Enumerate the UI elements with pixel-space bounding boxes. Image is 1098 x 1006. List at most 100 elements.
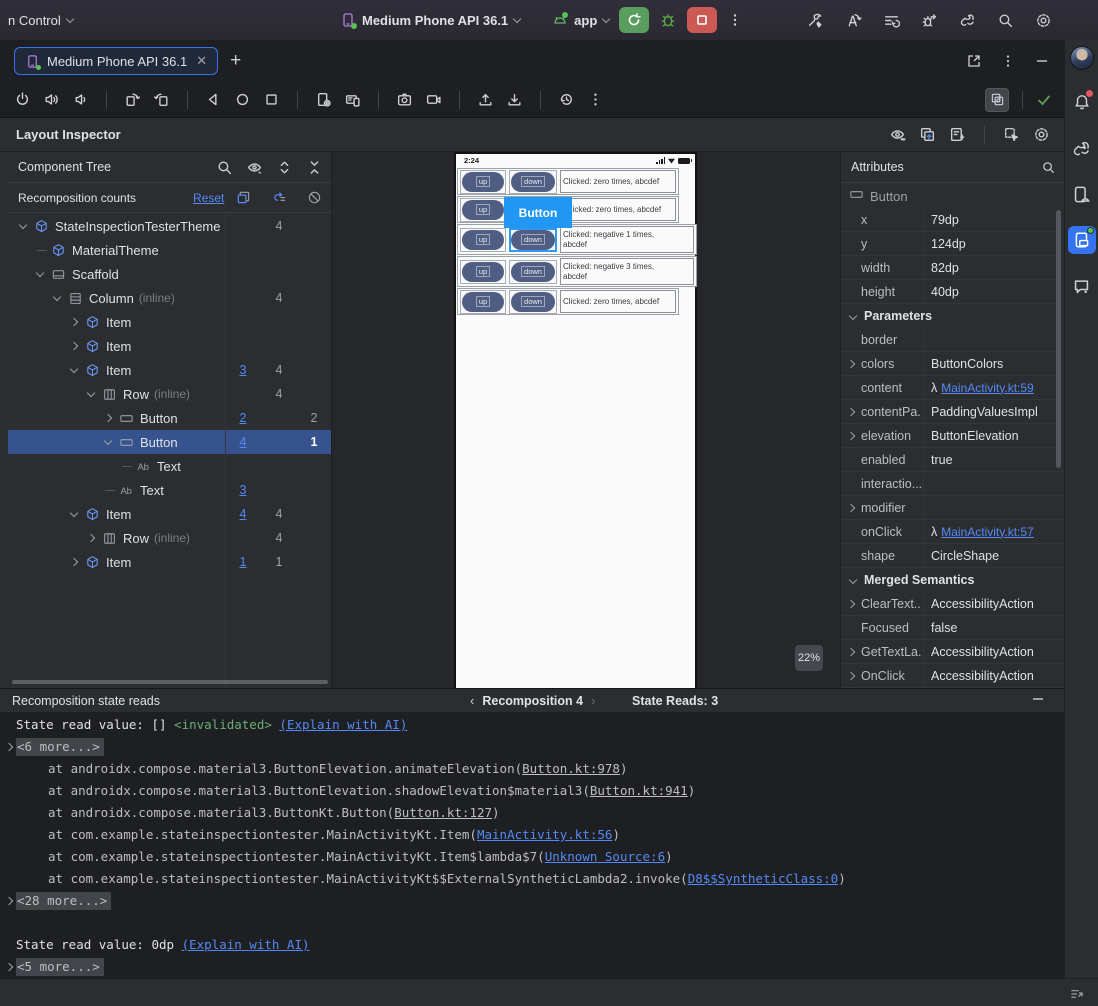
select-component-icon[interactable] <box>1003 126 1020 143</box>
tree-row-item[interactable]: Item 1 1 <box>8 550 331 574</box>
chevron-right-icon[interactable] <box>69 341 79 351</box>
scroll-to-end-icon[interactable] <box>1069 986 1084 1001</box>
tree-row-item[interactable]: Item <box>8 310 331 334</box>
more-run-actions-icon[interactable] <box>727 12 743 28</box>
reset-counts-link[interactable]: Reset <box>193 191 224 205</box>
down-button[interactable]: down <box>511 291 555 312</box>
attribute-row-content[interactable]: content λ MainActivity.kt:59 <box>841 376 1064 400</box>
power-icon[interactable] <box>14 91 31 108</box>
gradle-sync-icon[interactable] <box>959 12 976 29</box>
attribute-section-parameters[interactable]: Parameters <box>841 304 1064 328</box>
chevron-down-icon[interactable] <box>52 292 62 301</box>
count-column-icon[interactable] <box>225 190 261 205</box>
attribute-row-y[interactable]: y 124dp <box>841 232 1064 256</box>
volume-down-icon[interactable] <box>72 91 89 108</box>
preview-item-row[interactable]: up down Clicked: zero times, abcdef <box>457 168 679 195</box>
down-button[interactable]: down <box>511 261 555 282</box>
tree-row-item[interactable]: Item 3 4 <box>8 358 331 382</box>
chevron-right-icon[interactable] <box>846 503 856 512</box>
attribute-row-colors[interactable]: colors ButtonColors <box>841 352 1064 376</box>
up-button[interactable]: up <box>462 229 504 250</box>
fold-toggle[interactable]: <28 more...> <box>16 892 112 910</box>
device-screen-preview[interactable]: 2:24 up down Clicked: zero times, abcdef up… <box>454 152 697 710</box>
attribute-row-modifier[interactable]: modifier <box>841 496 1064 520</box>
live-updates-eye-icon[interactable] <box>889 126 906 143</box>
running-devices-icon[interactable] <box>1067 226 1096 254</box>
build-variants-icon[interactable] <box>883 12 900 29</box>
device-selector[interactable]: Medium Phone API 36.1 <box>340 12 522 29</box>
attribute-section-merged-semantics[interactable]: Merged Semantics <box>841 568 1064 592</box>
rotate-right-icon[interactable] <box>153 91 170 108</box>
collapse-all-icon[interactable] <box>306 159 323 176</box>
notifications-icon[interactable] <box>1068 88 1096 116</box>
attribute-row-focused[interactable]: Focused false <box>841 616 1064 640</box>
preview-item-row[interactable]: up down Clicked: negative 3 times, abcdef <box>457 256 697 287</box>
open-in-window-icon[interactable] <box>966 53 982 69</box>
preview-item-row[interactable]: up down Clicked: negative 1 times, abcdef <box>457 224 697 255</box>
search-icon[interactable] <box>216 159 233 176</box>
fold-toggle[interactable]: <6 more...> <box>16 738 104 756</box>
build-hammer-icon[interactable] <box>807 12 824 29</box>
attributes-scrollbar[interactable] <box>1056 210 1061 468</box>
debug-button[interactable] <box>659 11 677 29</box>
tree-row-text[interactable]: Ab Text <box>8 454 331 478</box>
new-tab-icon[interactable]: + <box>230 50 241 72</box>
chevron-down-icon[interactable] <box>69 508 79 517</box>
chevron-right-icon[interactable] <box>846 431 856 440</box>
stack-frame-link[interactable]: Button.kt:941 <box>590 783 688 798</box>
search-icon[interactable] <box>1041 160 1056 175</box>
more-icon[interactable] <box>1000 53 1016 69</box>
recomposition-count-link[interactable]: 3 <box>225 483 261 497</box>
attribute-row-width[interactable]: width 82dp <box>841 256 1064 280</box>
stack-frame-link[interactable]: Button.kt:978 <box>522 761 620 776</box>
preview-item-row[interactable]: up Button Clicked: zero times, abcdef <box>457 196 679 228</box>
inspector-settings-icon[interactable] <box>1033 126 1050 143</box>
chevron-right-icon[interactable] <box>69 557 79 567</box>
explain-with-ai-link[interactable]: (Explain with AI) <box>182 937 310 952</box>
clicked-text-field[interactable]: Clicked: zero times, abcdef <box>560 170 676 193</box>
tree-horizontal-scrollbar[interactable] <box>12 680 328 684</box>
settings-icon[interactable] <box>1035 12 1052 29</box>
screenshot-icon[interactable] <box>396 91 413 108</box>
source-location-link[interactable]: MainActivity.kt:59 <box>941 381 1033 395</box>
next-recomposition-icon[interactable]: › <box>591 693 595 708</box>
attribute-row-border[interactable]: border <box>841 328 1064 352</box>
chevron-down-icon[interactable] <box>69 364 79 373</box>
chevron-right-icon[interactable] <box>4 742 14 752</box>
preview-item-row[interactable]: up down Clicked: zero times, abcdef <box>457 288 679 315</box>
attribute-row-enabled[interactable]: enabled true <box>841 448 1064 472</box>
clicked-text-field[interactable]: Clicked: negative 3 times, abcdef <box>560 258 694 285</box>
tree-row-item[interactable]: Item <box>8 334 331 358</box>
more-v-icon[interactable] <box>587 91 604 108</box>
up-button[interactable]: up <box>462 291 504 312</box>
clicked-text-field[interactable]: Clicked: zero times, abcdef <box>560 290 676 313</box>
check-icon[interactable] <box>1036 92 1052 108</box>
attribute-row-cleartext[interactable]: ClearText... AccessibilityAction <box>841 592 1064 616</box>
chevron-right-icon[interactable] <box>846 359 856 368</box>
chevron-down-icon[interactable] <box>18 220 28 229</box>
chevron-down-icon[interactable] <box>35 268 45 277</box>
chevron-down-icon[interactable] <box>86 388 96 397</box>
stack-frame-link[interactable]: Unknown Source:6 <box>545 849 665 864</box>
tree-row-row[interactable]: Row (inline) 4 <box>8 382 331 406</box>
up-button[interactable]: up <box>462 261 504 282</box>
recomposition-count-link[interactable]: 2 <box>225 411 261 425</box>
download-icon[interactable] <box>506 91 523 108</box>
tree-row-scaffold[interactable]: Scaffold <box>8 262 331 286</box>
overview-icon[interactable] <box>263 91 280 108</box>
chevron-right-icon[interactable] <box>846 407 856 416</box>
stack-frame-link[interactable]: MainActivity.kt:56 <box>477 827 612 842</box>
clicked-text-field[interactable]: Clicked: negative 1 times, abcdef <box>560 226 694 253</box>
clicked-text-field[interactable]: Clicked: zero times, abcdef <box>562 198 676 221</box>
avatar[interactable] <box>1069 46 1094 70</box>
attach-debugger-icon[interactable] <box>921 12 938 29</box>
rotate-left-icon[interactable] <box>124 91 141 108</box>
version-control-menu[interactable]: n Control <box>0 13 74 28</box>
virtual-sensors-icon[interactable] <box>344 91 361 108</box>
ban-column-icon[interactable] <box>296 190 332 205</box>
chevron-right-icon[interactable] <box>69 317 79 327</box>
snapshot-export-icon[interactable] <box>919 126 936 143</box>
device-manager-icon[interactable] <box>1068 180 1096 208</box>
attribute-row-gettextla[interactable]: GetTextLa... AccessibilityAction <box>841 640 1064 664</box>
attribute-row-onclick[interactable]: onClick λ MainActivity.kt:57 <box>841 520 1064 544</box>
